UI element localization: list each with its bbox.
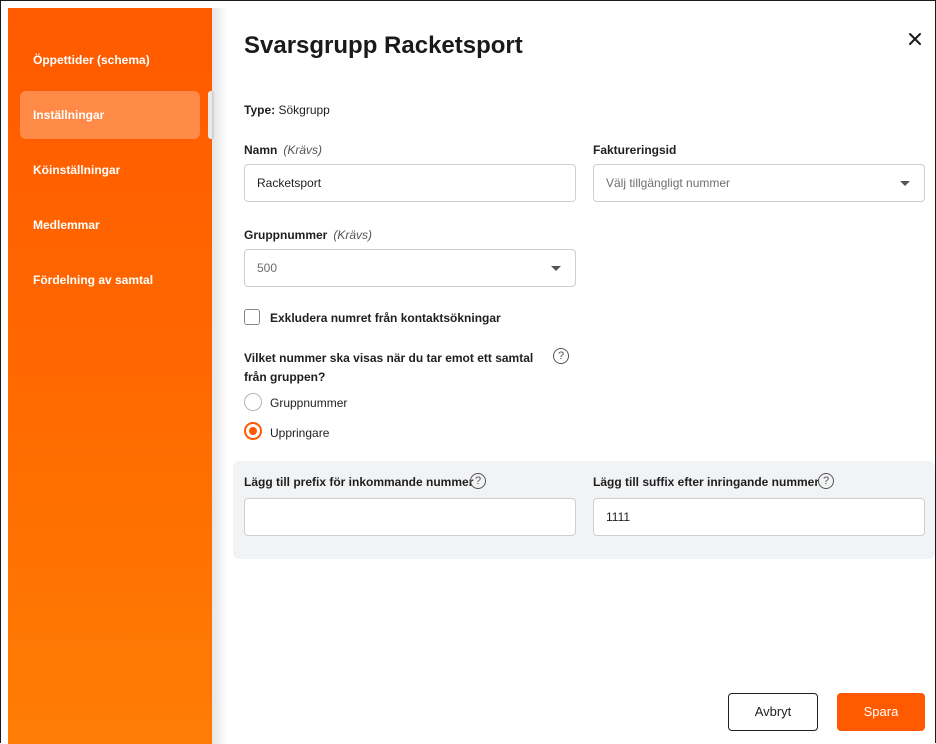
chevron-down-icon	[900, 181, 910, 186]
type-separator: :	[271, 103, 276, 117]
group-number-value: 500	[257, 261, 278, 275]
close-icon[interactable]	[904, 28, 926, 50]
chevron-down-icon	[551, 266, 561, 271]
exclude-checkbox[interactable]	[244, 309, 260, 325]
help-icon[interactable]: ?	[553, 348, 569, 364]
cancel-button[interactable]: Avbryt	[728, 693, 818, 731]
display-question-line2: från gruppen?	[244, 370, 326, 384]
prefix-label: Lägg till prefix för inkommande nummer	[244, 475, 474, 489]
help-icon[interactable]: ?	[818, 473, 834, 489]
radio-caller[interactable]	[244, 422, 262, 440]
panel-shadow	[212, 8, 228, 744]
radio-caller-label: Uppringare	[270, 426, 330, 440]
billing-select[interactable]: Välj tillgängligt nummer	[593, 164, 925, 202]
name-input[interactable]: Racketsport	[244, 164, 576, 202]
sidebar-item-members[interactable]: Medlemmar	[20, 201, 200, 249]
suffix-input[interactable]: 1111	[593, 498, 925, 536]
help-icon[interactable]: ?	[470, 473, 486, 489]
group-number-label-text: Gruppnummer	[244, 228, 328, 242]
name-label: Namn (Krävs)	[244, 143, 322, 157]
sidebar-item-call-distribution[interactable]: Fördelning av samtal	[20, 256, 200, 304]
display-question-line1: Vilket nummer ska visas när du tar emot …	[244, 351, 534, 365]
prefix-input[interactable]	[244, 498, 576, 536]
billing-select-placeholder: Välj tillgängligt nummer	[606, 176, 731, 190]
type-label: Type	[244, 103, 272, 117]
group-number-label: Gruppnummer (Krävs)	[244, 228, 372, 242]
group-number-required-hint: (Krävs)	[333, 228, 373, 242]
save-button[interactable]: Spara	[837, 693, 925, 731]
sidebar-item-settings[interactable]: Inställningar	[20, 91, 200, 139]
suffix-label: Lägg till suffix efter inringande nummer	[593, 475, 820, 489]
type-row: Type: Sökgrupp	[244, 103, 330, 117]
name-required-hint: (Krävs)	[283, 143, 323, 157]
sidebar-item-queue-settings[interactable]: Köinställningar	[20, 146, 200, 194]
group-number-select[interactable]: 500	[244, 249, 576, 287]
sidebar: Öppettider (schema) Inställningar Köinst…	[8, 8, 212, 744]
dialog-title: Svarsgrupp Racketsport	[244, 32, 523, 59]
type-value: Sökgrupp	[278, 103, 330, 117]
radio-group-number[interactable]	[244, 393, 262, 411]
exclude-label: Exkludera numret från kontaktsökningar	[270, 311, 501, 325]
radio-group-number-label: Gruppnummer	[270, 396, 348, 410]
name-label-text: Namn	[244, 143, 278, 157]
billing-label: Faktureringsid	[593, 143, 677, 157]
sidebar-item-opening-hours[interactable]: Öppettider (schema)	[20, 36, 200, 84]
